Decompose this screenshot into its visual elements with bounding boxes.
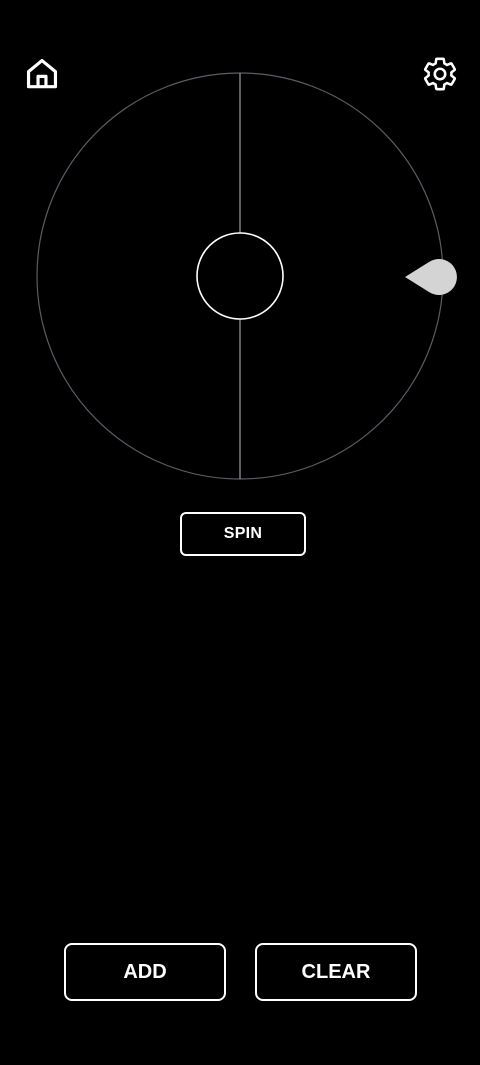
- spin-button[interactable]: SPIN: [180, 512, 306, 556]
- wheel-graphic: [36, 72, 457, 480]
- clear-button[interactable]: CLEAR: [255, 943, 417, 1001]
- wheel-hub: [196, 232, 284, 320]
- add-button[interactable]: ADD: [64, 943, 226, 1001]
- spin-wheel[interactable]: [0, 60, 480, 500]
- wheel-pointer: [405, 259, 457, 296]
